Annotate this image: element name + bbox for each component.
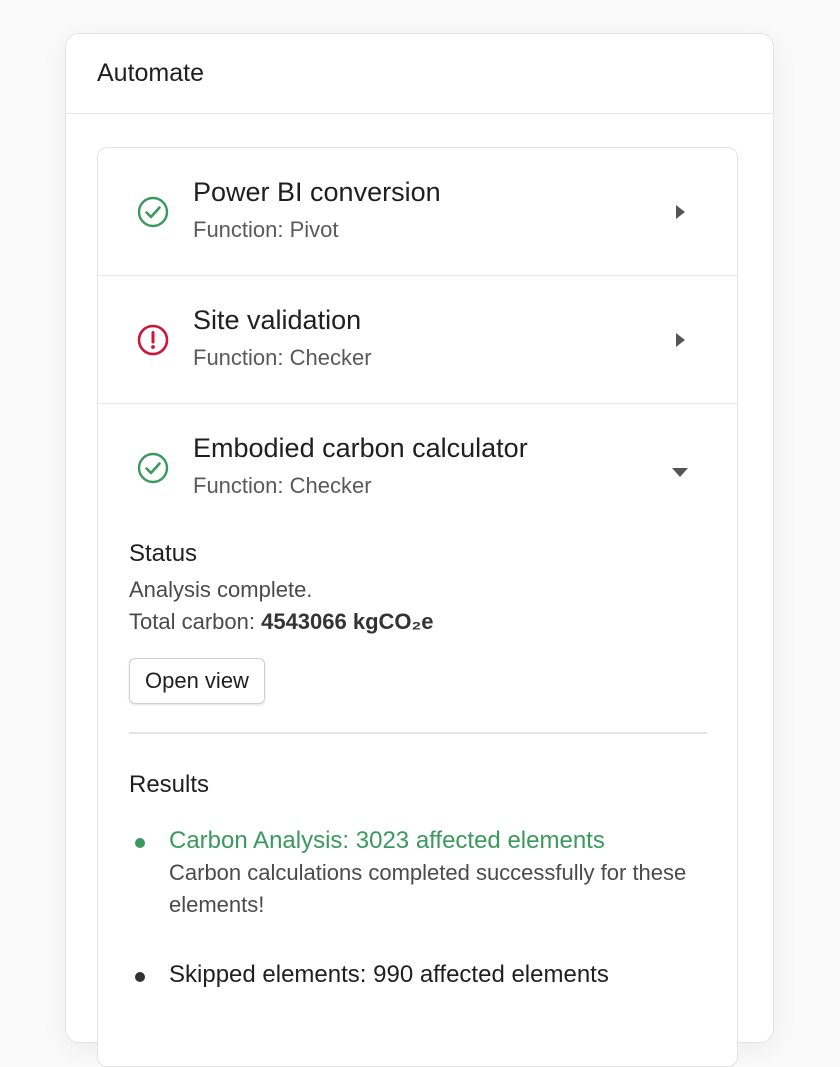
total-carbon-line: Total carbon: 4543066 kgCO₂e	[129, 606, 707, 638]
open-view-button[interactable]: Open view	[129, 658, 265, 704]
results-heading: Results	[129, 771, 210, 798]
automate-panel: Automate Power BI conversion Function: P…	[65, 33, 774, 1067]
function-title: Site validation	[193, 305, 362, 335]
status-text: Analysis complete.	[129, 577, 313, 602]
function-details: Status Analysis complete. Total carbon: …	[98, 540, 737, 991]
function-row-power-bi-conversion[interactable]: Power BI conversion Function: Pivot	[98, 148, 737, 276]
function-subtitle: Function: Pivot	[193, 217, 339, 242]
success-bullet-icon	[135, 838, 145, 848]
panel-title: Automate	[97, 59, 205, 87]
functions-card: Power BI conversion Function: Pivot Site…	[97, 147, 738, 1067]
total-carbon-label: Total carbon:	[129, 609, 255, 634]
function-subtitle: Function: Checker	[193, 345, 372, 370]
result-title: Skipped elements: 990 affected elements	[169, 961, 609, 988]
result-title: Carbon Analysis: 3023 affected elements	[169, 827, 605, 854]
result-item-carbon-analysis: Carbon Analysis: 3023 affected elements …	[129, 825, 707, 921]
result-item-skipped-elements: Skipped elements: 990 affected elements	[129, 959, 707, 991]
caret-right-icon[interactable]	[668, 200, 692, 224]
result-description: Carbon calculations completed successful…	[169, 860, 687, 917]
caret-right-icon[interactable]	[668, 328, 692, 352]
panel-header: Automate	[66, 34, 773, 114]
function-title: Embodied carbon calculator	[193, 433, 528, 463]
caret-down-icon[interactable]	[668, 461, 692, 485]
function-subtitle: Function: Checker	[193, 473, 372, 498]
check-circle-icon	[137, 452, 169, 484]
function-row-site-validation[interactable]: Site validation Function: Checker	[98, 276, 737, 404]
neutral-bullet-icon	[135, 972, 145, 982]
check-circle-icon	[137, 196, 169, 228]
function-title: Power BI conversion	[193, 177, 441, 207]
function-row-embodied-carbon-calculator[interactable]: Embodied carbon calculator Function: Che…	[98, 404, 737, 991]
total-carbon-value: 4543066 kgCO₂e	[261, 609, 434, 634]
divider	[129, 732, 707, 734]
status-heading: Status	[129, 540, 198, 567]
alert-circle-icon	[137, 324, 169, 356]
